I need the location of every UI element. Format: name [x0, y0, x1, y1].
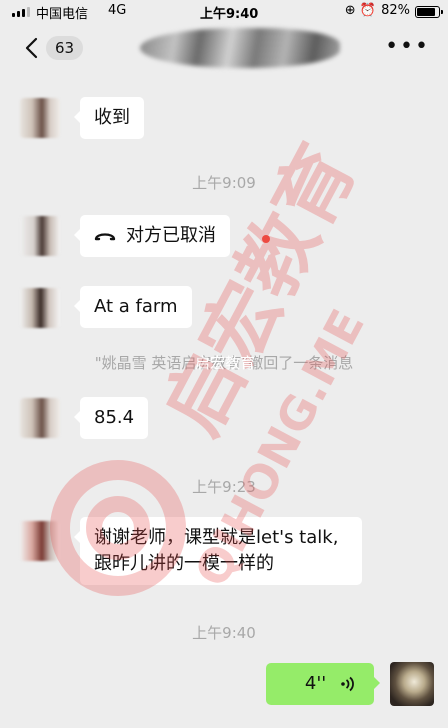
message-bubble[interactable]: 85.4 [73, 397, 149, 439]
timestamp: 上午9:09 [192, 174, 256, 192]
status-bar: 中国电信 4G 上午9:40 ⊕ ⏰ 82% [0, 0, 448, 24]
contact-avatar[interactable] [20, 98, 60, 138]
watermark-overlay-text: 启宏教育 [195, 354, 256, 372]
carrier-label: 中国电信 [36, 7, 89, 22]
unread-count-badge: 63 [46, 36, 84, 60]
message-bubble[interactable]: At a farm [74, 286, 192, 328]
battery-icon [415, 6, 443, 18]
voice-duration: 4'' [304, 673, 327, 694]
network-type: 4G [108, 3, 127, 18]
contact-avatar[interactable] [20, 521, 60, 561]
voice-message-bubble[interactable]: 4'' [266, 663, 380, 705]
own-avatar[interactable] [390, 662, 434, 706]
alarm-icon: ⊕ ⏰ [344, 3, 376, 18]
contact-avatar[interactable] [20, 288, 60, 328]
more-icon[interactable]: ••• [385, 36, 430, 58]
message-text-line: 谢谢老师，课型就是let's talk, [94, 527, 339, 548]
message-text-line: 跟昨儿讲的一模一样的 [94, 553, 274, 574]
message-text: 对方已取消 [126, 225, 216, 246]
message-text: At a farm [94, 296, 178, 317]
call-declined-icon [94, 233, 116, 241]
status-clock: 上午9:40 [200, 7, 259, 22]
chat-title-redacted [140, 28, 340, 68]
battery-percent: 82% [381, 3, 410, 18]
back-button[interactable]: 63 [22, 36, 84, 60]
voice-wave-icon [341, 676, 354, 692]
unread-dot [262, 235, 270, 243]
timestamp: 上午9:23 [192, 478, 256, 496]
contact-avatar[interactable] [20, 398, 60, 438]
timestamp: 上午9:40 [192, 624, 256, 642]
chat-header: 63 ••• [0, 24, 448, 76]
message-bubble[interactable]: 谢谢老师，课型就是let's talk, 跟昨儿讲的一模一样的 [74, 517, 362, 585]
signal-icon [12, 7, 30, 17]
back-chevron-icon [25, 37, 38, 59]
message-text: 85.4 [94, 407, 135, 428]
message-bubble[interactable]: 收到 [74, 97, 144, 139]
contact-avatar[interactable] [20, 216, 60, 256]
call-message-bubble[interactable]: 对方已取消 [74, 215, 230, 257]
message-text: 收到 [94, 107, 130, 128]
